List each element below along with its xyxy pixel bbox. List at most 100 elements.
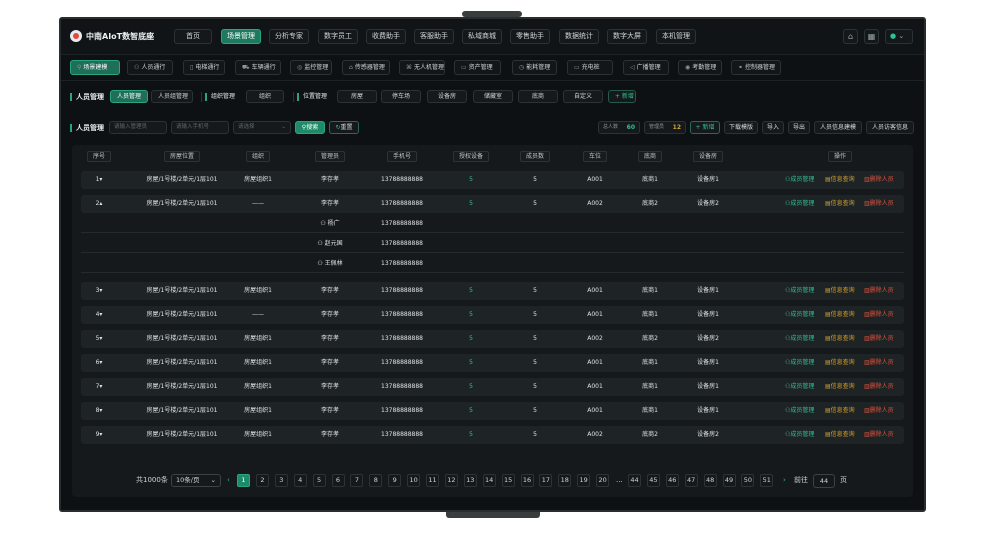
info-query-link[interactable]: ▤信息查询	[825, 354, 855, 372]
page-button-2[interactable]: 2	[255, 474, 269, 487]
location-chip-5[interactable]: 自定义	[563, 90, 603, 103]
next-page-button[interactable]: ›	[783, 474, 786, 487]
location-chip-1[interactable]: 停车场	[381, 90, 421, 103]
page-button-44[interactable]: 44	[628, 474, 641, 487]
page-button-46[interactable]: 46	[665, 474, 679, 487]
table-row[interactable]: 8▾ 房屋/1号楼/2单元/1层101 房屋组织1 李存孝 13788888888 5 5 A…	[81, 402, 904, 420]
chevron-down-icon[interactable]: ▾	[99, 407, 102, 414]
page-button-16[interactable]: 16	[520, 474, 534, 487]
subnav-item-2[interactable]: ▯ 电梯通行	[183, 60, 225, 75]
scan-icon[interactable]: ⌂	[843, 29, 858, 44]
table-row[interactable]: 6▾ 房屋/1号楼/2单元/1层101 房屋组织1 李存孝 13788888888 5 5 A…	[81, 354, 904, 372]
chevron-down-icon[interactable]: ▾	[99, 383, 102, 390]
member-manage-link[interactable]: ⚇成员管理	[785, 171, 814, 189]
info-query-link[interactable]: ▤信息查询	[825, 306, 855, 324]
member-manage-link[interactable]: ⚇成员管理	[785, 402, 814, 420]
page-button-5[interactable]: 5	[312, 474, 326, 487]
reset-button[interactable]: ↻重置	[329, 121, 359, 134]
table-row[interactable]: 2▴ 房屋/1号楼/2单元/1层101 —— 李存孝 13788888888 5 5 A002…	[81, 195, 904, 213]
tab-personnel[interactable]: 人员管理	[110, 90, 148, 103]
subnav-item-10[interactable]: ◁ 广播管理	[623, 60, 669, 75]
nav-item-2[interactable]: 分析专家	[269, 29, 309, 44]
subnav-item-3[interactable]: ⛟ 车辆通行	[235, 60, 281, 75]
info-query-link[interactable]: ▤信息查询	[825, 378, 855, 396]
nav-item-0[interactable]: 首页	[174, 29, 212, 44]
table-row[interactable]: 1▾ 房屋/1号楼/2单元/1层101 房屋组织1 李存孝 13788888888 5 5 A…	[81, 171, 904, 189]
export-button[interactable]: 导出	[788, 121, 810, 134]
nav-item-7[interactable]: 零售助手	[510, 29, 550, 44]
info-query-link[interactable]: ▤信息查询	[825, 171, 855, 189]
add-person-button[interactable]: + 新增	[690, 121, 720, 134]
subnav-item-11[interactable]: ◉ 考勤管理	[678, 60, 722, 75]
delete-person-link[interactable]: ▥删除人员	[864, 354, 894, 372]
page-button-10[interactable]: 10	[407, 474, 421, 487]
nav-item-10[interactable]: 本机管理	[656, 29, 696, 44]
location-chip-3[interactable]: 储藏室	[473, 90, 513, 103]
table-row[interactable]: 9▾ 房屋/1号楼/2单元/1层101 房屋组织1 李存孝 13788888888 5 5 A…	[81, 426, 904, 444]
tab-personnel-group[interactable]: 人员组管理	[151, 90, 193, 103]
page-button-6[interactable]: 6	[331, 474, 345, 487]
member-manage-link[interactable]: ⚇成员管理	[785, 330, 814, 348]
info-query-link[interactable]: ▤信息查询	[825, 282, 855, 300]
nav-item-6[interactable]: 私域商城	[462, 29, 502, 44]
chevron-down-icon[interactable]: ▾	[99, 431, 102, 438]
page-button-9[interactable]: 9	[388, 474, 402, 487]
person-modeling-button[interactable]: 人员信息建模	[814, 121, 862, 134]
import-button[interactable]: 导入	[762, 121, 784, 134]
page-button-50[interactable]: 50	[741, 474, 755, 487]
member-manage-link[interactable]: ⚇成员管理	[785, 282, 814, 300]
filter-select[interactable]: 请选择 ⌄	[233, 121, 291, 134]
info-query-link[interactable]: ▤信息查询	[825, 330, 855, 348]
grid-icon[interactable]: ▦	[864, 29, 879, 44]
table-row[interactable]: 5▾ 房屋/1号楼/2单元/1层101 房屋组织1 李存孝 13788888888 5 5 A…	[81, 330, 904, 348]
subnav-item-5[interactable]: ⌂ 传感器管理	[342, 60, 390, 75]
page-button-19[interactable]: 19	[577, 474, 591, 487]
page-size-select[interactable]: 10条/页 ⌄	[171, 474, 221, 487]
delete-person-link[interactable]: ▥删除人员	[864, 171, 894, 189]
subnav-item-8[interactable]: ◷ 能耗管理	[512, 60, 557, 75]
page-button-4[interactable]: 4	[293, 474, 307, 487]
info-query-link[interactable]: ▤信息查询	[825, 195, 855, 213]
delete-person-link[interactable]: ▥删除人员	[864, 282, 894, 300]
delete-person-link[interactable]: ▥删除人员	[864, 330, 894, 348]
subnav-item-12[interactable]: ⚭ 控制器管理	[731, 60, 781, 75]
info-query-link[interactable]: ▤信息查询	[825, 426, 855, 444]
subnav-item-0[interactable]: ⚲ 场景建模	[70, 60, 120, 75]
download-template-button[interactable]: 下载模版	[724, 121, 758, 134]
page-button-3[interactable]: 3	[274, 474, 288, 487]
nav-item-9[interactable]: 数字大屏	[607, 29, 647, 44]
page-button-17[interactable]: 17	[539, 474, 553, 487]
page-button-13[interactable]: 13	[463, 474, 477, 487]
visitor-info-button[interactable]: 人员访客信息	[866, 121, 914, 134]
chevron-up-icon[interactable]: ▴	[99, 200, 102, 207]
chevron-down-icon[interactable]: ▾	[99, 176, 102, 183]
page-button-49[interactable]: 49	[722, 474, 736, 487]
member-manage-link[interactable]: ⚇成员管理	[785, 306, 814, 324]
page-button-51[interactable]: 51	[760, 474, 774, 487]
chevron-down-icon[interactable]: ▾	[99, 335, 102, 342]
subnav-item-7[interactable]: ▭ 资产管理	[454, 60, 501, 75]
delete-person-link[interactable]: ▥删除人员	[864, 378, 894, 396]
subnav-item-9[interactable]: ▭ 充电桩	[567, 60, 613, 75]
nav-item-8[interactable]: 数据统计	[559, 29, 599, 44]
page-button-48[interactable]: 48	[703, 474, 717, 487]
info-query-link[interactable]: ▤信息查询	[825, 402, 855, 420]
table-row[interactable]: 3▾ 房屋/1号楼/2单元/1层101 房屋组织1 李存孝 13788888888 5 5 A…	[81, 282, 904, 300]
user-menu[interactable]: ● ⌄	[885, 29, 913, 44]
subnav-item-6[interactable]: ⌘ 无人机管理	[399, 60, 445, 75]
page-button-14[interactable]: 14	[482, 474, 496, 487]
chevron-down-icon[interactable]: ▾	[99, 287, 102, 294]
page-button-7[interactable]: 7	[350, 474, 364, 487]
member-manage-link[interactable]: ⚇成员管理	[785, 378, 814, 396]
prev-page-button[interactable]: ‹	[227, 474, 230, 487]
page-button-45[interactable]: 45	[646, 474, 660, 487]
member-manage-link[interactable]: ⚇成员管理	[785, 195, 814, 213]
phone-search-input[interactable]: 请输入手机号	[171, 121, 229, 134]
location-chip-4[interactable]: 底商	[518, 90, 558, 103]
page-button-20[interactable]: 20	[596, 474, 610, 487]
page-button-18[interactable]: 18	[558, 474, 572, 487]
nav-item-4[interactable]: 收费助手	[366, 29, 406, 44]
subnav-item-1[interactable]: ⚇ 人员通行	[127, 60, 173, 75]
chevron-down-icon[interactable]: ▾	[99, 359, 102, 366]
chip-org[interactable]: 组织	[246, 90, 284, 103]
